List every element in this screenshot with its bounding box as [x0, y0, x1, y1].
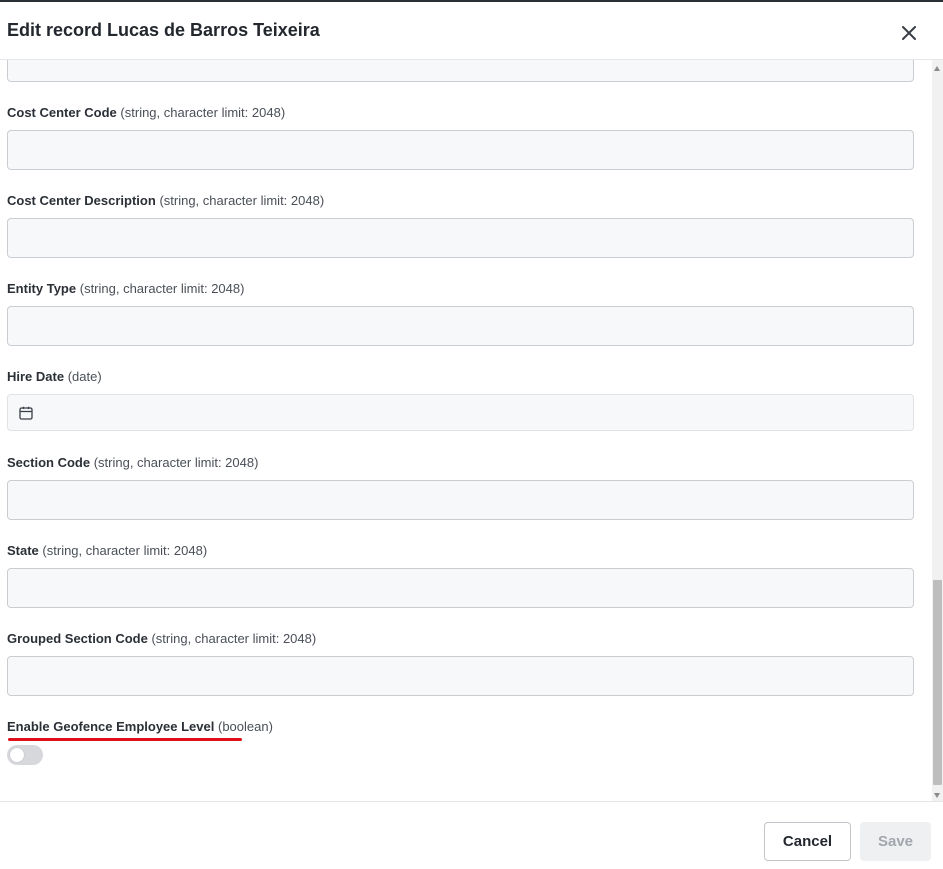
field-label-entity-type: Entity Type (string, character limit: 20…	[7, 281, 245, 296]
state-input[interactable]	[7, 568, 914, 608]
enable-geofence-toggle[interactable]	[7, 745, 43, 765]
scroll-up-arrow-icon[interactable]	[934, 66, 940, 71]
scrollbar-thumb[interactable]	[933, 580, 942, 785]
field-label-hire-date: Hire Date (date)	[7, 369, 102, 384]
dialog-title: Edit record Lucas de Barros Teixeira	[7, 20, 320, 40]
field-label-grouped-section-code: Grouped Section Code (string, character …	[7, 631, 317, 646]
grouped-section-code-input[interactable]	[7, 656, 914, 696]
close-icon	[902, 26, 916, 40]
previous-field-input[interactable]	[7, 60, 914, 82]
save-button[interactable]: Save	[860, 822, 931, 861]
dialog-header: Edit record Lucas de Barros Teixeira	[0, 2, 943, 60]
field-label-enable-geofence-employee-level: Enable Geofence Employee Level (boolean)	[7, 719, 273, 734]
entity-type-input[interactable]	[7, 306, 914, 346]
field-label-state: State (string, character limit: 2048)	[7, 543, 208, 558]
cost-center-description-input[interactable]	[7, 218, 914, 258]
section-code-input[interactable]	[7, 480, 914, 520]
field-label-cost-center-description: Cost Center Description (string, charact…	[7, 193, 325, 208]
dialog-footer: Cancel Save	[0, 801, 943, 869]
toggle-knob	[10, 748, 24, 762]
field-label-section-code: Section Code (string, character limit: 2…	[7, 455, 259, 470]
field-label-cost-center-code: Cost Center Code (string, character limi…	[7, 105, 286, 120]
scroll-down-arrow-icon[interactable]	[934, 793, 940, 798]
close-button[interactable]	[897, 21, 921, 45]
dialog-body: Cost Center Code (string, character limi…	[0, 60, 943, 801]
hire-date-input[interactable]	[7, 394, 914, 431]
calendar-icon	[19, 406, 33, 420]
cost-center-code-input[interactable]	[7, 130, 914, 170]
vertical-scrollbar[interactable]	[932, 60, 943, 801]
cancel-button[interactable]: Cancel	[764, 822, 851, 861]
annotation-underline	[8, 738, 242, 741]
